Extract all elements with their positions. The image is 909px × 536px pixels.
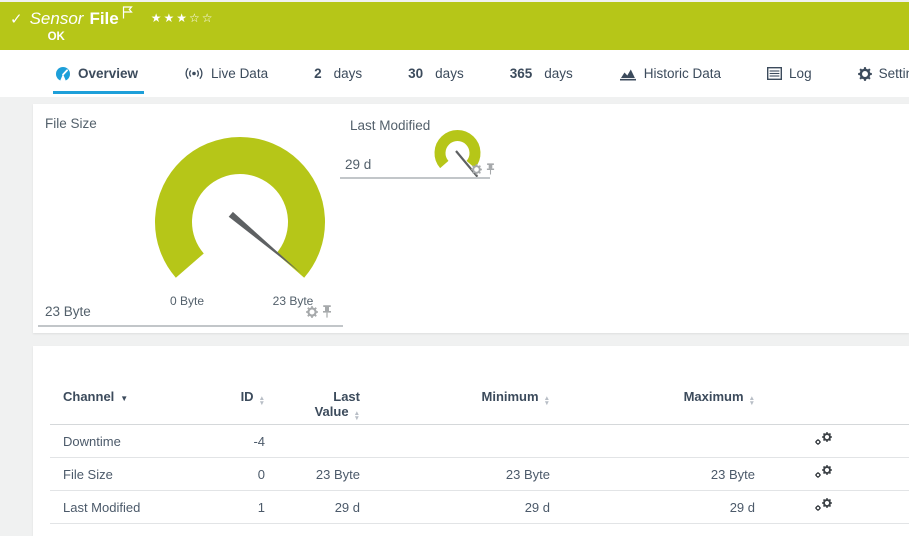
column-header-maximum[interactable]: Maximum▲▼ [550, 389, 755, 406]
channel-last-value: 29 d [265, 500, 360, 515]
sensor-title-block: Sensor File ★★★☆☆ OK [30, 9, 215, 43]
column-header-id[interactable]: ID▲▼ [215, 389, 265, 406]
channel-id: 1 [215, 500, 265, 515]
gauge-current-value: 23 Byte [45, 304, 91, 319]
tab-log[interactable]: Log [767, 50, 812, 97]
table-row-last-modified: Last Modified 1 29 d 29 d 29 d [50, 491, 909, 524]
channel-minimum: 29 d [360, 500, 550, 515]
gear-icon [858, 67, 872, 81]
flag-icon[interactable] [122, 6, 133, 24]
status-badge: OK [48, 31, 215, 43]
channels-panel: Channel▼ ID▲▼ Last Value▲▼ Minimum▲▼ Max… [33, 346, 909, 536]
channel-settings-icon[interactable] [815, 498, 833, 513]
channel-minimum: 23 Byte [360, 467, 550, 482]
gauges-panel: File Size 0 Byte 23 Byte 23 Byte [33, 104, 909, 333]
tab-label: Live Data [211, 66, 268, 81]
stars-filled: ★★★ [151, 11, 189, 25]
channel-name: Last Modified [50, 500, 215, 515]
tab-unit: days [435, 66, 464, 81]
tab-365-days[interactable]: 365 days [510, 50, 573, 97]
gauge-title-last-modified: Last Modified [350, 118, 430, 133]
historic-data-icon [619, 67, 637, 81]
channel-settings-icon[interactable] [815, 432, 833, 447]
channel-maximum: 29 d [550, 500, 755, 515]
stars-empty: ☆☆ [189, 11, 215, 25]
channel-name: Downtime [50, 434, 215, 449]
channel-id: -4 [215, 434, 265, 449]
sensor-name[interactable]: File [89, 9, 118, 29]
sort-desc-icon[interactable]: ▼ [120, 394, 128, 403]
tab-2-days[interactable]: 2 days [314, 50, 362, 97]
channel-last-value: 23 Byte [265, 467, 360, 482]
log-icon [767, 67, 782, 80]
sort-icon[interactable]: ▲▼ [749, 397, 755, 406]
priority-stars[interactable]: ★★★☆☆ [151, 11, 215, 25]
tab-label: Log [789, 66, 812, 81]
gauge-icon [55, 66, 71, 82]
pin-icon[interactable] [322, 305, 332, 323]
tab-number: 2 [314, 66, 322, 81]
file-size-gauge [100, 132, 380, 302]
tab-label: Overview [78, 66, 138, 81]
gauge-current-value: 29 d [345, 157, 371, 172]
gear-icon[interactable] [306, 305, 318, 323]
gauge-title-file-size: File Size [45, 116, 97, 131]
tab-label: Settings [879, 66, 909, 81]
tab-overview[interactable]: Overview [55, 50, 138, 97]
table-header-row: Channel▼ ID▲▼ Last Value▲▼ Minimum▲▼ Max… [50, 384, 909, 425]
sensor-status-header: ✓ Sensor File ★★★☆☆ OK [0, 2, 909, 50]
gauge-scale-min: 0 Byte [157, 294, 217, 308]
sort-icon[interactable]: ▲▼ [354, 412, 360, 421]
channel-settings-icon[interactable] [815, 465, 833, 480]
tab-label: Historic Data [644, 66, 721, 81]
tab-live-data[interactable]: Live Data [184, 50, 268, 97]
channels-table: Channel▼ ID▲▼ Last Value▲▼ Minimum▲▼ Max… [50, 384, 909, 524]
check-icon: ✓ [10, 10, 23, 28]
tab-number: 30 [408, 66, 423, 81]
tab-unit: days [544, 66, 573, 81]
column-header-minimum[interactable]: Minimum▲▼ [360, 389, 550, 406]
channel-name: File Size [50, 467, 215, 482]
tab-unit: days [334, 66, 363, 81]
tab-30-days[interactable]: 30 days [408, 50, 464, 97]
column-header-channel[interactable]: Channel▼ [50, 389, 215, 404]
tab-settings[interactable]: Settings [858, 50, 909, 97]
tab-bar: Overview Live Data 2 days 30 days 365 days [0, 50, 909, 97]
channel-id: 0 [215, 467, 265, 482]
tab-historic-data[interactable]: Historic Data [619, 50, 721, 97]
channel-maximum: 23 Byte [550, 467, 755, 482]
tile-divider [38, 325, 343, 327]
tab-number: 365 [510, 66, 533, 81]
table-row-downtime: Downtime -4 [50, 425, 909, 458]
sensor-type-label: Sensor [30, 9, 84, 29]
column-header-last-value[interactable]: Last Value▲▼ [265, 389, 360, 421]
table-row-file-size: File Size 0 23 Byte 23 Byte 23 Byte [50, 458, 909, 491]
live-data-icon [184, 66, 204, 81]
tile-divider [340, 177, 490, 179]
